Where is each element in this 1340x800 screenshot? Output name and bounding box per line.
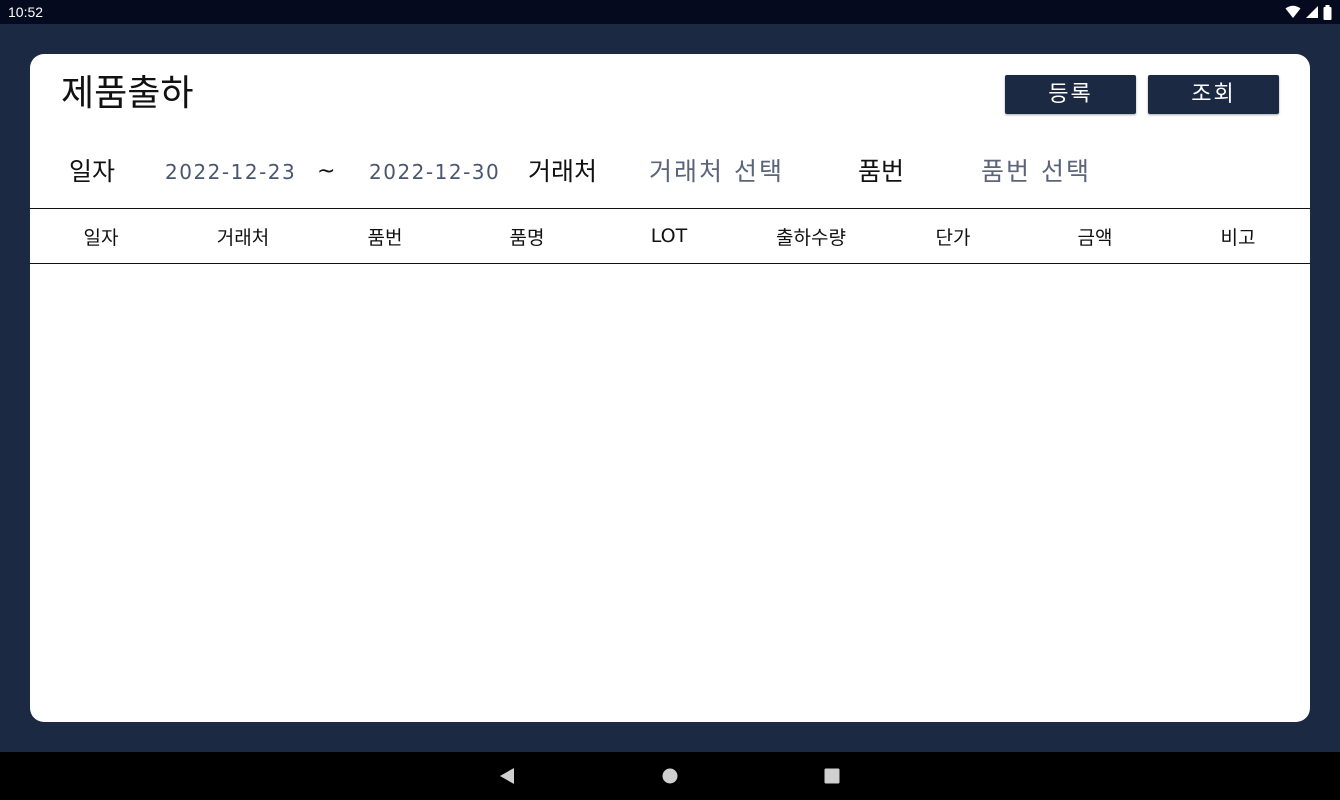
item-select[interactable]: 품번 선택 (981, 150, 1091, 194)
table-header: 일자 거래처 품번 품명 LOT 출하수량 단가 금액 비고 (30, 208, 1310, 264)
item-label: 품번 (858, 157, 905, 186)
navigation-bar (0, 752, 1340, 800)
page-title: 제품출하 (61, 73, 194, 114)
date-label: 일자 (69, 157, 116, 186)
signal-icon (1306, 6, 1318, 18)
recents-icon[interactable] (822, 766, 842, 786)
column-header-amount: 금액 (1077, 226, 1113, 249)
date-from-field[interactable]: 2022-12-23 (165, 150, 296, 194)
column-header-quantity: 출하수량 (776, 226, 846, 249)
battery-icon (1323, 4, 1332, 20)
register-button[interactable]: 등록 (1005, 75, 1136, 114)
client-select[interactable]: 거래처 선택 (649, 150, 784, 194)
search-button[interactable]: 조회 (1148, 75, 1279, 114)
column-header-client: 거래처 (216, 226, 270, 249)
status-icons (1285, 4, 1332, 20)
date-separator: ~ (317, 159, 336, 184)
date-to-field[interactable]: 2022-12-30 (369, 150, 500, 194)
client-label: 거래처 (528, 157, 598, 186)
status-bar: 10:52 (0, 0, 1340, 24)
column-header-item-name: 품명 (509, 226, 545, 249)
table-body[interactable] (30, 264, 1310, 722)
column-header-remarks: 비고 (1220, 226, 1256, 249)
filter-row: 일자 2022-12-23 ~ 2022-12-30 거래처 거래처 선택 품번… (30, 150, 1310, 194)
column-header-item-number: 품번 (367, 226, 403, 249)
back-icon[interactable] (497, 766, 517, 786)
home-icon[interactable] (660, 766, 680, 786)
column-header-unit-price: 단가 (935, 226, 971, 249)
column-header-date: 일자 (83, 226, 119, 249)
status-time: 10:52 (8, 4, 44, 20)
wifi-icon (1285, 5, 1301, 18)
main-card: 제품출하 등록 조회 일자 2022-12-23 ~ 2022-12-30 거래… (30, 54, 1310, 722)
column-header-lot: LOT (650, 225, 688, 247)
